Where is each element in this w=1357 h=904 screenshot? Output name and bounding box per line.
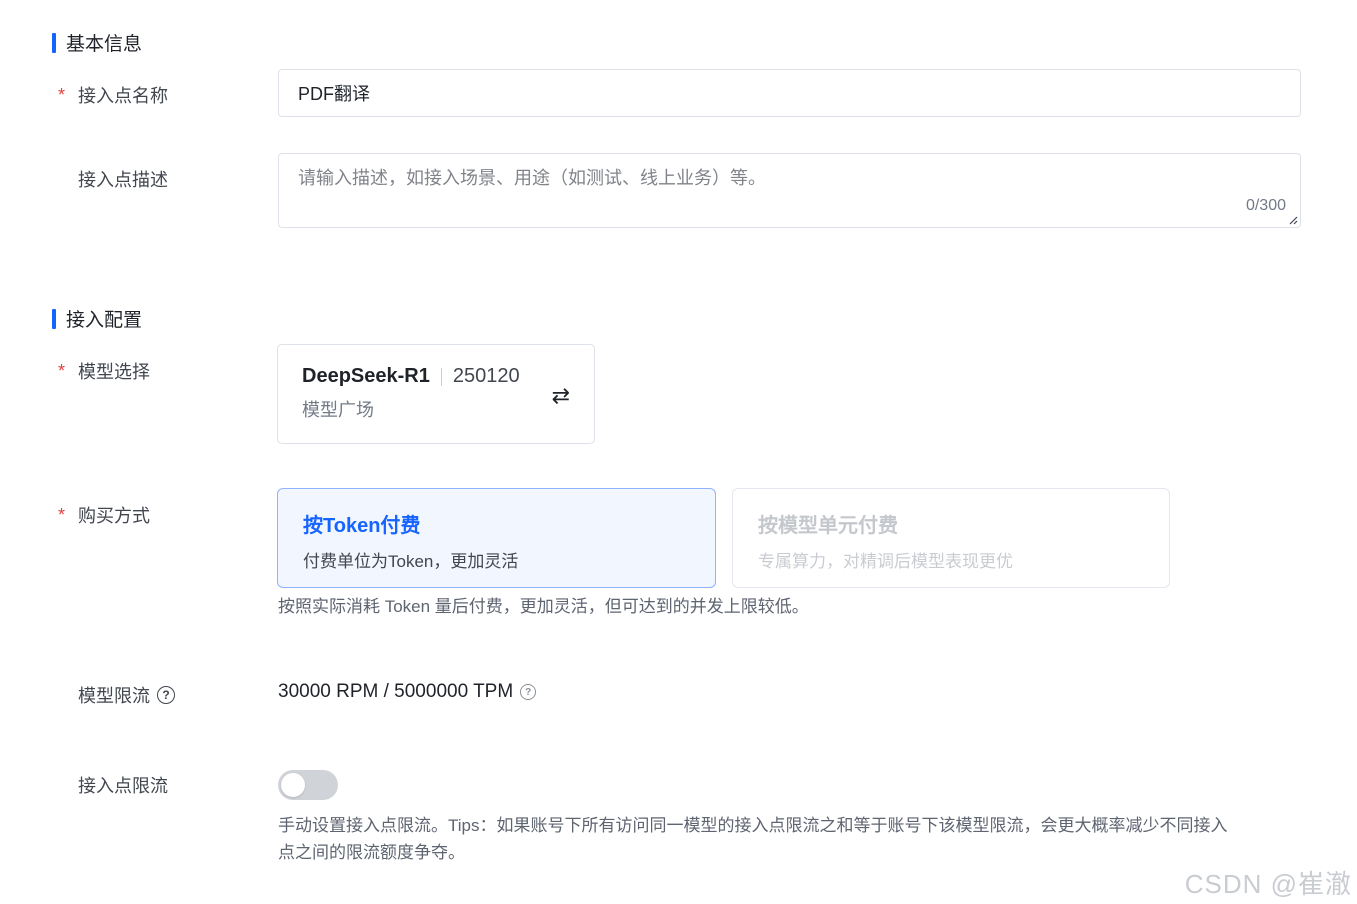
resize-handle-icon[interactable] — [1288, 215, 1298, 225]
endpoint-desc-placeholder: 请输入描述，如接入场景、用途（如测试、线上业务）等。 — [298, 168, 766, 188]
pay-option-token[interactable]: 按Token付费 付费单位为Token，更加灵活 — [277, 488, 716, 588]
endpoint-rate-limit-label-text: 接入点限流 — [78, 776, 168, 796]
swap-icon[interactable]: ⇄ — [552, 383, 570, 409]
endpoint-desc-label-text: 接入点描述 — [78, 170, 168, 190]
help-icon[interactable]: ? — [157, 686, 175, 704]
hint-line-2: 点之间的限流额度争夺。 — [278, 843, 465, 862]
model-rate-limit-value: 30000 RPM / 5000000 TPM ? — [278, 681, 537, 703]
model-rate-limit-label: 模型限流 ? — [58, 682, 175, 708]
pay-option-desc: 专属算力，对精调后模型表现更优 — [758, 552, 1013, 571]
rate-limit-text: 30000 RPM / 5000000 TPM — [278, 681, 514, 702]
model-name-row: DeepSeek-R1 250120 — [302, 365, 570, 388]
endpoint-rate-limit-toggle[interactable] — [278, 770, 338, 800]
purchase-method-label: * 购买方式 — [58, 502, 150, 528]
section-accent-bar — [52, 32, 56, 53]
help-icon[interactable]: ? — [520, 684, 537, 700]
hint-line-1: 手动设置接入点限流。Tips：如果账号下所有访问同一模型的接入点限流之和等于账号… — [278, 816, 1228, 835]
endpoint-desc-label: 接入点描述 — [58, 166, 168, 192]
section-access-config: 接入配置 — [52, 305, 142, 332]
model-rate-limit-label-text: 模型限流 — [78, 686, 150, 706]
pay-option-title: 按模型单元付费 — [758, 515, 898, 537]
section-basic-info: 基本信息 — [52, 29, 142, 56]
pay-option-title: 按Token付费 — [303, 515, 421, 537]
pay-option-desc: 付费单位为Token，更加灵活 — [303, 552, 519, 571]
model-select-card[interactable]: DeepSeek-R1 250120 模型广场 ⇄ — [277, 344, 595, 444]
section-title-basic-info: 基本信息 — [66, 34, 143, 55]
model-select-label-text: 模型选择 — [78, 362, 150, 382]
purchase-method-label-text: 购买方式 — [78, 506, 150, 526]
section-accent-bar — [52, 308, 56, 329]
toggle-knob — [281, 773, 305, 797]
endpoint-name-value: PDF翻译 — [298, 84, 370, 104]
model-name: DeepSeek-R1 — [302, 365, 430, 387]
endpoint-rate-limit-hint: 手动设置接入点限流。Tips：如果账号下所有访问同一模型的接入点限流之和等于账号… — [278, 812, 1227, 866]
endpoint-desc-textarea[interactable]: 请输入描述，如接入场景、用途（如测试、线上业务）等。 0/300 — [278, 153, 1301, 228]
endpoint-name-label-text: 接入点名称 — [78, 86, 168, 106]
section-title-access-config: 接入配置 — [66, 310, 143, 331]
watermark: CSDN @崔澈 — [1184, 869, 1352, 899]
endpoint-name-input[interactable]: PDF翻译 — [278, 69, 1301, 117]
endpoint-name-label: * 接入点名称 — [58, 82, 168, 108]
char-counter: 0/300 — [1245, 197, 1286, 214]
required-marker: * — [58, 360, 66, 381]
pay-option-model-unit[interactable]: 按模型单元付费 专属算力，对精调后模型表现更优 — [732, 488, 1170, 588]
purchase-hint: 按照实际消耗 Token 量后付费，更加灵活，但可达到的并发上限较低。 — [278, 597, 809, 616]
model-source: 模型广场 — [302, 400, 374, 420]
endpoint-rate-limit-label: 接入点限流 — [58, 772, 168, 798]
model-select-label: * 模型选择 — [58, 358, 150, 384]
required-marker: * — [58, 504, 66, 525]
model-version: 250120 — [452, 365, 520, 387]
divider — [440, 367, 442, 386]
required-marker: * — [58, 84, 66, 105]
